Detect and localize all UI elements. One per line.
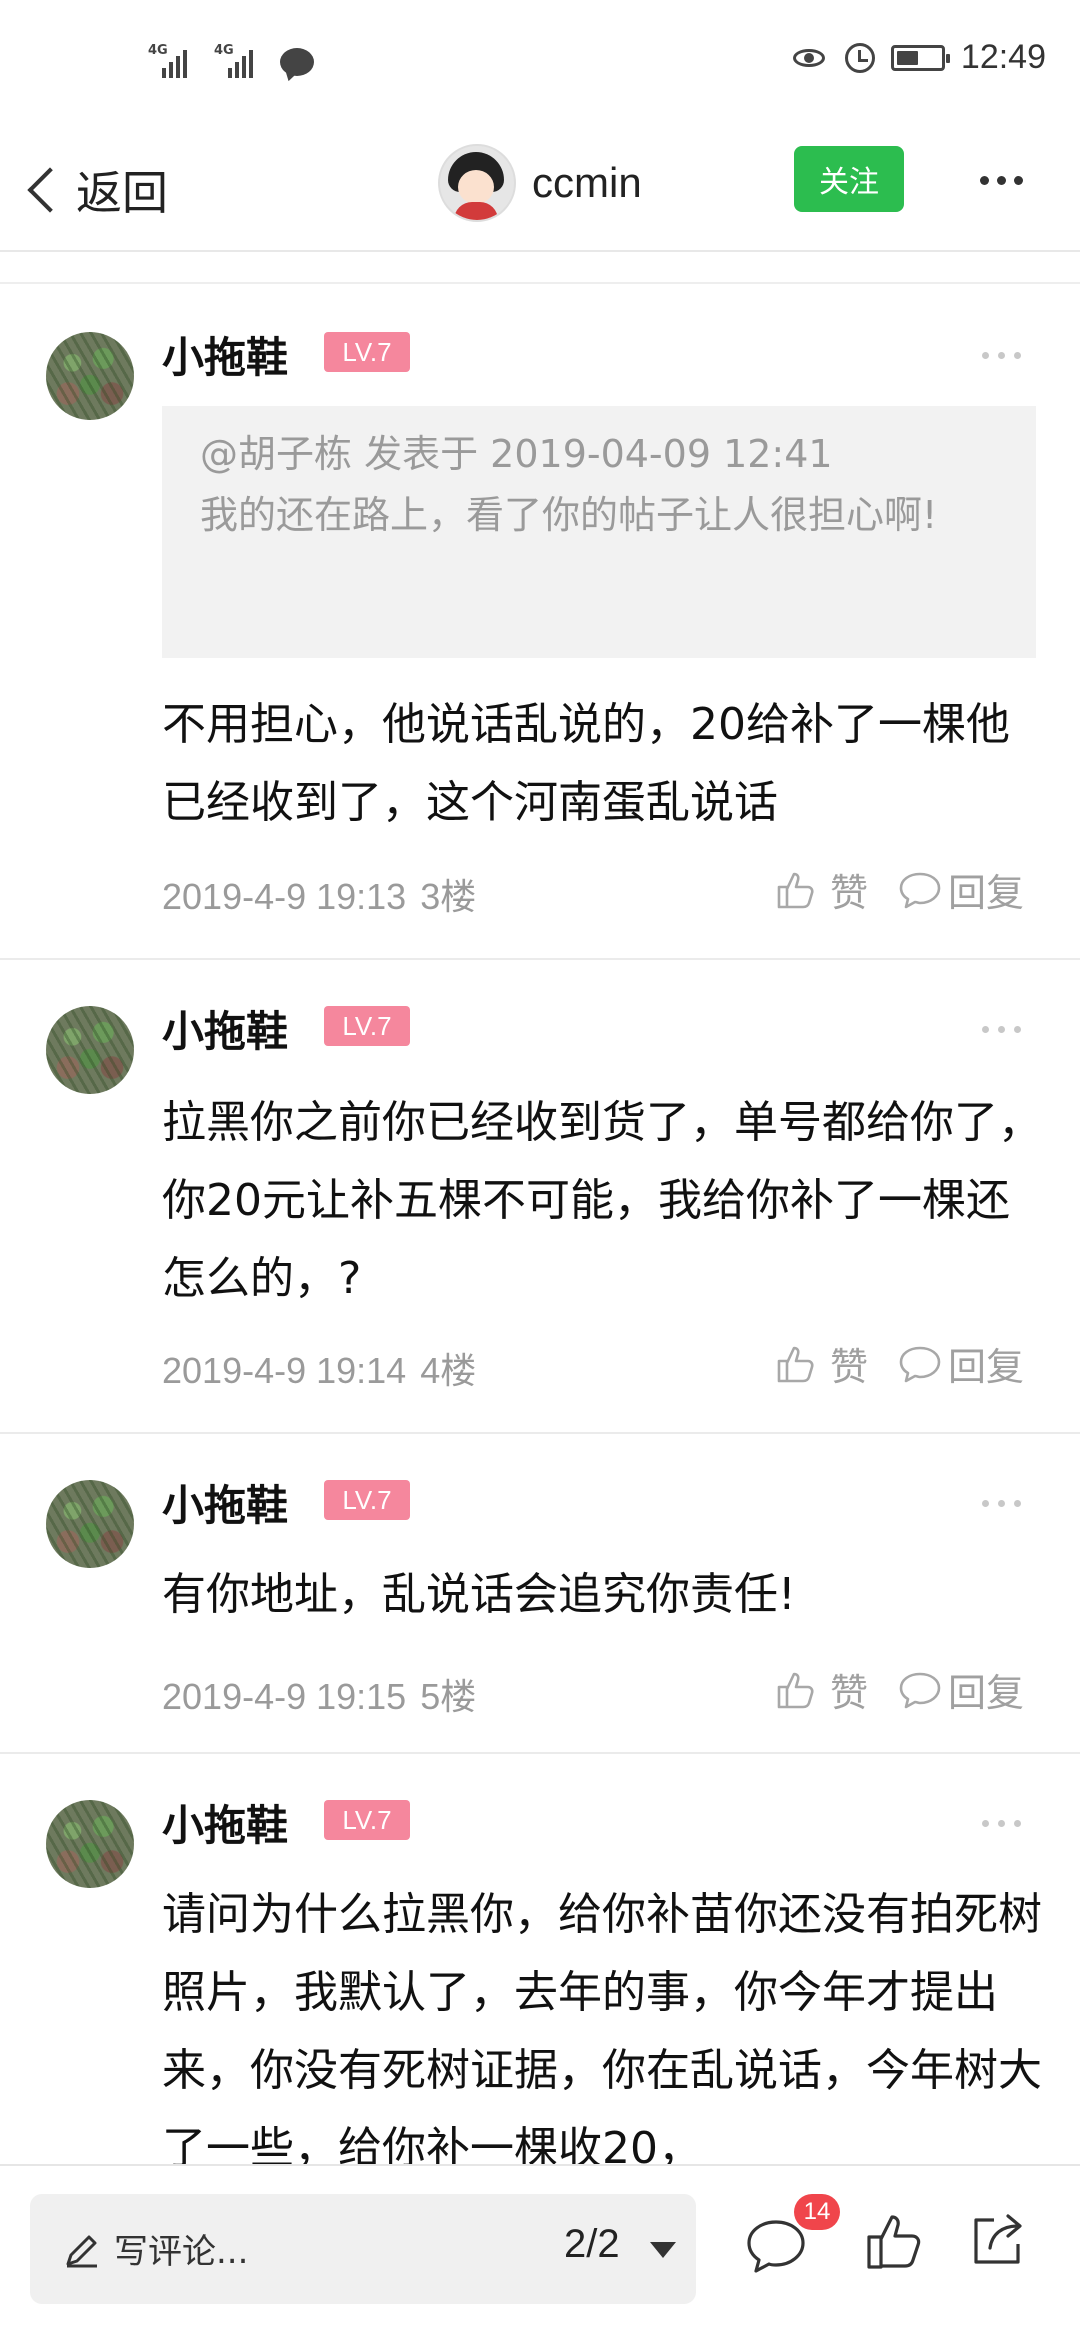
thumb-up-icon[interactable]	[776, 870, 816, 910]
level-badge: LV.7	[324, 1800, 410, 1840]
quote-header: @胡子栋 发表于 2019-04-09 12:41	[200, 432, 833, 476]
signal-icon-1: 4G	[148, 40, 200, 80]
comment-floor: 4楼	[420, 1350, 477, 1391]
comment-item: 小拖鞋 LV.7 @胡子栋 发表于 2019-04-09 12:41 我的还在路…	[0, 284, 1080, 960]
signal-icon-2: 4G	[214, 40, 266, 80]
nav-header: 返回 ccmin 关注	[0, 130, 1080, 252]
author-info[interactable]: ccmin	[438, 144, 642, 222]
comment-icon[interactable]	[898, 1670, 942, 1710]
back-icon	[27, 167, 73, 213]
comment-meta: 2019-4-9 19:15 5楼	[162, 1668, 476, 1720]
commenter-name[interactable]: 小拖鞋	[162, 1792, 288, 1853]
thumb-up-icon[interactable]	[864, 2210, 924, 2272]
status-left: 4G 4G	[148, 40, 314, 80]
eye-icon	[791, 46, 829, 70]
comment-more-icon[interactable]	[982, 1026, 1021, 1033]
commenter-avatar[interactable]	[46, 1480, 134, 1568]
commenter-avatar[interactable]	[46, 1800, 134, 1888]
like-label[interactable]: 赞	[830, 1336, 868, 1391]
chat-icon	[280, 48, 314, 76]
page-indicator[interactable]: 2/2	[564, 2222, 620, 2267]
like-label[interactable]: 赞	[830, 1662, 868, 1717]
comment-text: 不用担心，他说话乱说的，20给补了一棵他已经收到了，这个河南蛋乱说话	[162, 699, 1010, 828]
author-name[interactable]: ccmin	[532, 159, 642, 207]
comment-icon[interactable]	[898, 870, 942, 910]
comment-input-placeholder[interactable]: 写评论...	[114, 2224, 248, 2273]
level-badge: LV.7	[324, 1480, 410, 1520]
comment-time: 2019-4-9 19:13	[162, 876, 407, 917]
comment-item: 小拖鞋 LV.7 拉黑你之前你已经收到货了，单号都给你了，你20元让补五棵不可能…	[0, 960, 1080, 1434]
comment-time: 2019-4-9 19:14	[162, 1350, 407, 1391]
battery-icon	[890, 44, 950, 71]
comment-floor: 5楼	[420, 1676, 477, 1717]
commenter-name[interactable]: 小拖鞋	[162, 998, 288, 1059]
reply-label[interactable]: 回复	[948, 862, 1024, 917]
follow-button[interactable]: 关注	[794, 146, 904, 212]
bottom-bar: 写评论... 2/2 14	[0, 2164, 1080, 2342]
author-avatar[interactable]	[438, 144, 516, 222]
reply-label[interactable]: 回复	[948, 1662, 1024, 1717]
level-badge: LV.7	[324, 332, 410, 372]
comment-more-icon[interactable]	[982, 1500, 1021, 1507]
comment-count-badge: 14	[794, 2194, 840, 2230]
reply-label[interactable]: 回复	[948, 1336, 1024, 1391]
quoted-post: @胡子栋 发表于 2019-04-09 12:41 我的还在路上，看了你的帖子让…	[162, 406, 1036, 658]
commenter-avatar[interactable]	[46, 332, 134, 420]
comment-meta: 2019-4-9 19:13 3楼	[162, 868, 476, 920]
comment-icon[interactable]	[898, 1344, 942, 1384]
commenter-avatar[interactable]	[46, 1006, 134, 1094]
alarm-icon	[844, 42, 875, 73]
share-icon[interactable]	[968, 2210, 1028, 2270]
comment-actions: 赞 回复	[776, 1662, 1024, 1717]
commenter-name[interactable]: 小拖鞋	[162, 1472, 288, 1533]
status-right: 12:49	[791, 38, 1046, 77]
comment-floor: 3楼	[420, 876, 477, 917]
comment-item: 小拖鞋 LV.7 请问为什么拉黑你，给你补苗你还没有拍死树照片，我默认了，去年的…	[0, 1754, 1080, 2164]
comment-meta: 2019-4-9 19:14 4楼	[162, 1342, 476, 1394]
status-bar: 4G 4G 12:49	[0, 0, 1080, 130]
comment-time: 2019-4-9 19:15	[162, 1676, 407, 1717]
back-label: 返回	[76, 166, 168, 220]
comment-actions: 赞 回复	[776, 862, 1024, 917]
comment-text: 有你地址，乱说话会追究你责任!	[162, 1569, 796, 1620]
like-label[interactable]: 赞	[830, 862, 868, 917]
commenter-name[interactable]: 小拖鞋	[162, 324, 288, 385]
back-button[interactable]: 返回	[20, 154, 168, 226]
comment-item: 小拖鞋 LV.7 有你地址，乱说话会追究你责任! 2019-4-9 19:15 5…	[0, 1434, 1080, 1754]
chevron-down-icon[interactable]	[650, 2242, 676, 2258]
more-icon[interactable]	[980, 176, 1023, 185]
level-badge: LV.7	[324, 1006, 410, 1046]
comment-input[interactable]: 写评论... 2/2	[30, 2194, 696, 2304]
pencil-icon	[62, 2230, 102, 2270]
comment-icon[interactable]	[744, 2216, 808, 2276]
thumb-up-icon[interactable]	[776, 1670, 816, 1710]
comment-actions: 赞 回复	[776, 1336, 1024, 1391]
comment-more-icon[interactable]	[982, 1820, 1021, 1827]
quote-text: 我的还在路上，看了你的帖子让人很担心啊!	[200, 493, 938, 537]
comment-text: 请问为什么拉黑你，给你补苗你还没有拍死树照片，我默认了，去年的事，你今年才提出来…	[162, 1889, 1042, 2164]
thumb-up-icon[interactable]	[776, 1344, 816, 1384]
comment-text: 拉黑你之前你已经收到货了，单号都给你了，你20元让补五棵不可能，我给你补了一棵还…	[162, 1097, 1042, 1304]
comment-more-icon[interactable]	[982, 352, 1021, 359]
status-time: 12:49	[960, 38, 1046, 76]
